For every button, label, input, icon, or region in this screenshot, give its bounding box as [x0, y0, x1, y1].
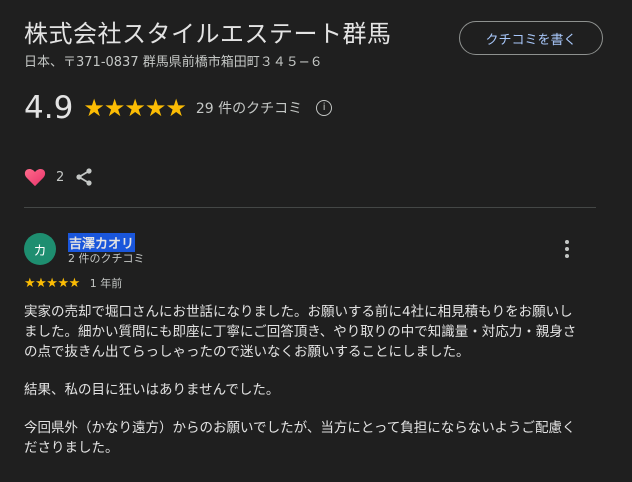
- rating-summary: 4.9 ★★★★★ 29 件のクチコミ i: [24, 88, 333, 128]
- reviewer-review-count: 2 件のクチコミ: [68, 252, 145, 265]
- rating-stars: ★★★★★: [83, 94, 187, 122]
- reaction-count: 2: [56, 169, 65, 185]
- review-paragraph: 今回県外（かなり遠方）からのお願いでしたが、当方にとって負担にならないようご配慮…: [24, 420, 576, 456]
- share-icon[interactable]: [74, 167, 94, 187]
- review-stars: ★★★★★: [24, 275, 80, 291]
- review-count[interactable]: 29 件のクチコミ: [196, 98, 302, 118]
- rating-value: 4.9: [24, 90, 74, 126]
- review-text: 実家の売却で堀口さんにお世話になりました。お願いする前に4社に相見積もりをお願い…: [24, 302, 584, 476]
- divider: [24, 207, 596, 208]
- write-review-button[interactable]: クチコミを書く: [459, 21, 603, 55]
- review-paragraph: 実家の売却で堀口さんにお世話になりました。お願いする前に4社に相見積もりをお願い…: [24, 304, 577, 360]
- place-title: 株式会社スタイルエステート群馬: [24, 20, 392, 48]
- more-options-icon[interactable]: [559, 238, 575, 260]
- review-paragraph: 結果、私の目に狂いはありませんでした。: [24, 382, 280, 398]
- info-icon[interactable]: i: [316, 100, 333, 116]
- review-rating: ★★★★★ 1 年前: [24, 275, 122, 291]
- heart-icon[interactable]: [24, 167, 46, 187]
- place-address: 日本、〒371-0837 群馬県前橋市箱田町３４５−６: [24, 55, 323, 70]
- reaction-bar: 2: [24, 165, 94, 189]
- avatar[interactable]: カ: [24, 233, 56, 265]
- review-date: 1 年前: [89, 277, 123, 290]
